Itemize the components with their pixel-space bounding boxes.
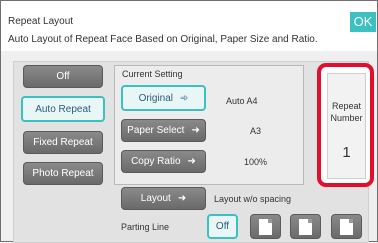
document-icon (299, 218, 312, 235)
layout-arrow-icon: ➜ (177, 193, 187, 204)
parting-line-option-2-button[interactable] (290, 214, 321, 239)
original-button-label: Original (138, 92, 174, 104)
copy-ratio-value: 100% (244, 157, 268, 167)
repeat-number-card[interactable]: Repeat Number 1 (317, 63, 374, 187)
parting-line-option-1-button[interactable] (250, 214, 281, 239)
repeat-number-field: Repeat Number 1 (327, 73, 366, 179)
copy-ratio-arrow-icon: ➜ (187, 156, 196, 167)
mode-off-button[interactable]: Off (23, 65, 103, 88)
mode-photo-repeat-button[interactable]: Photo Repeat (23, 162, 103, 185)
ok-button[interactable]: OK (350, 12, 376, 32)
mode-fixed-repeat-button[interactable]: Fixed Repeat (23, 131, 103, 154)
layout-button[interactable]: Layout ➜ (121, 187, 206, 210)
paper-select-arrow-icon: ➜ (191, 125, 200, 136)
parting-line-label: Parting Line (121, 222, 170, 232)
copy-ratio-button[interactable]: Copy Ratio ➜ (121, 150, 206, 173)
document-icon (259, 218, 272, 235)
repeat-number-label: Repeat Number (330, 101, 363, 123)
original-button[interactable]: Original ➾ (121, 85, 206, 111)
page-subtitle: Auto Layout of Repeat Face Based on Orig… (8, 34, 318, 45)
copy-ratio-label: Copy Ratio (131, 156, 181, 167)
mode-auto-repeat-button[interactable]: Auto Repeat (21, 96, 105, 122)
repeat-number-value: 1 (342, 144, 351, 161)
layout-button-label: Layout (140, 193, 171, 204)
repeat-layout-screen: Repeat Layout Auto Layout of Repeat Face… (0, 0, 378, 243)
paper-select-button[interactable]: Paper Select ➜ (121, 119, 206, 142)
paper-select-label: Paper Select (127, 125, 185, 136)
original-value: Auto A4 (226, 96, 258, 106)
page-title: Repeat Layout (8, 16, 74, 27)
parting-line-off-button[interactable]: Off (207, 214, 238, 239)
paper-select-value: A3 (250, 126, 262, 136)
header: Repeat Layout Auto Layout of Repeat Face… (1, 1, 377, 51)
current-setting-label: Current Setting (122, 69, 183, 79)
original-arrow-icon: ➾ (180, 92, 189, 104)
layout-value: Layout w/o spacing (214, 194, 292, 204)
document-icon (340, 218, 353, 235)
parting-line-option-3-button[interactable] (331, 214, 362, 239)
